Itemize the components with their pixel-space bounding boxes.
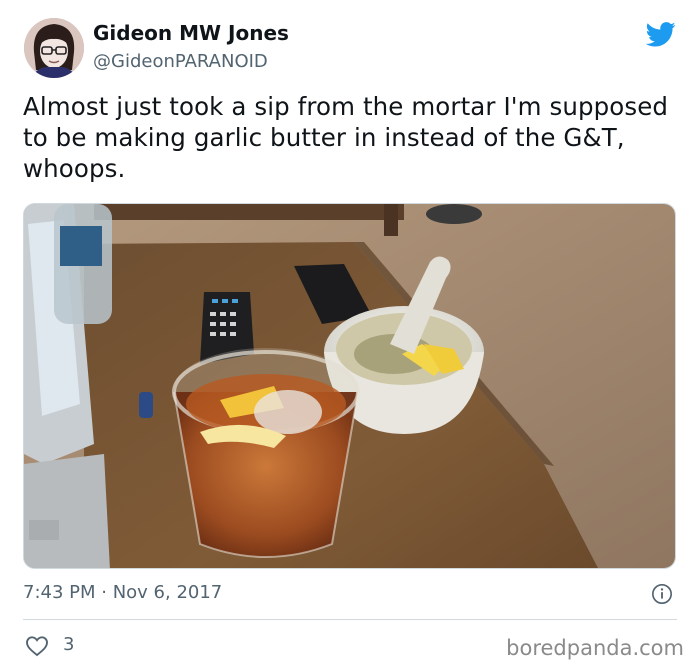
- watermark: boredpanda.com: [506, 636, 684, 660]
- tweet-photo[interactable]: [23, 203, 676, 569]
- twitter-bird-icon[interactable]: [646, 22, 676, 47]
- avatar-image: [24, 18, 84, 78]
- tweet-card: Gideon MW Jones @GideonPARANOID Almost j…: [0, 0, 700, 672]
- divider: [23, 619, 677, 620]
- photo-scene: [24, 204, 675, 568]
- user-handle[interactable]: @GideonPARANOID: [93, 51, 268, 72]
- info-icon[interactable]: [651, 583, 673, 605]
- heart-outline-icon[interactable]: [25, 635, 49, 657]
- display-name[interactable]: Gideon MW Jones: [93, 21, 289, 45]
- tweet-text: Almost just took a sip from the mortar I…: [23, 92, 669, 183]
- avatar[interactable]: [24, 18, 84, 78]
- tweet-timestamp[interactable]: 7:43 PM · Nov 6, 2017: [23, 582, 222, 603]
- like-count: 3: [63, 634, 75, 655]
